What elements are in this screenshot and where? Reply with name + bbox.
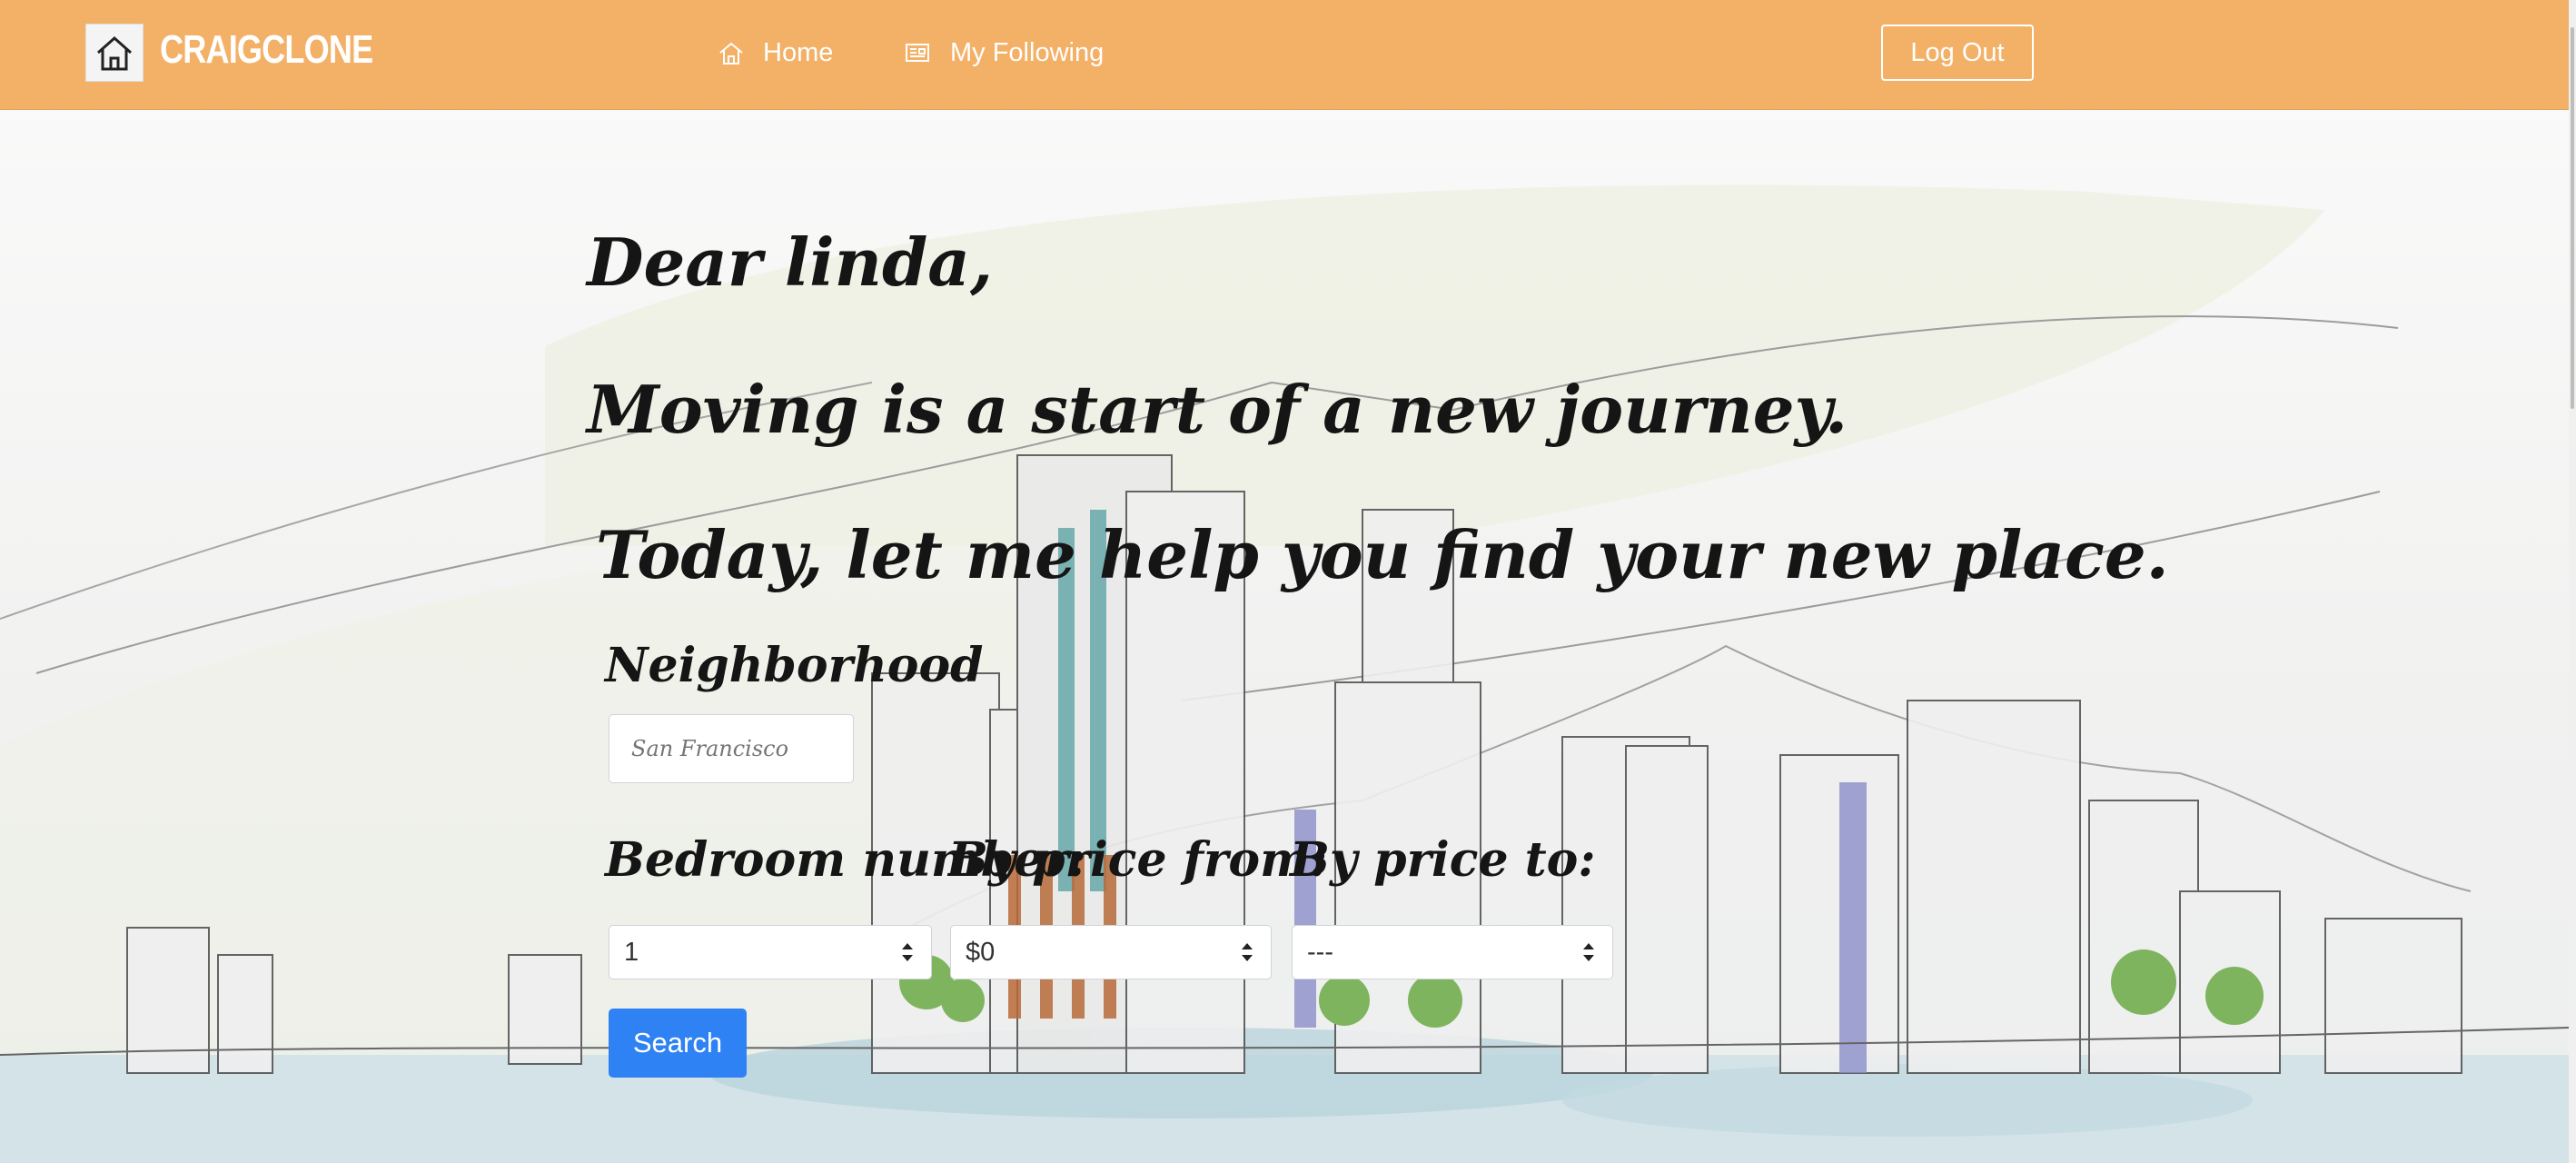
home-icon: [718, 40, 745, 65]
greeting-line-2: Moving is a start of a new journey.: [587, 371, 1848, 448]
brand-name[interactable]: CRAIGCLONE: [160, 25, 373, 75]
nav-following-link[interactable]: My Following: [905, 33, 1104, 73]
brand-logo[interactable]: [85, 24, 144, 82]
logout-button[interactable]: Log Out: [1881, 25, 2034, 81]
select-arrows-icon: [1242, 943, 1253, 961]
search-button[interactable]: Search: [609, 1009, 747, 1078]
bedroom-select[interactable]: 1: [609, 925, 932, 979]
page-scrollbar[interactable]: [2569, 0, 2576, 1163]
price-to-select-value: ---: [1307, 937, 1333, 967]
nav-following-label: My Following: [950, 37, 1105, 67]
nav-home-link[interactable]: Home: [718, 33, 833, 73]
select-arrows-icon: [902, 943, 913, 961]
price-from-label: By price from:: [948, 832, 1328, 888]
price-from-select[interactable]: $0: [950, 925, 1272, 979]
greeting-line-3: Today, let me help you find your new pla…: [596, 516, 2169, 593]
price-to-label: By price to:: [1290, 832, 1596, 888]
city-skyline-background: [0, 184, 2569, 1163]
top-navbar: CRAIGCLONE Home My Following Log Out: [0, 0, 2576, 110]
nav-home-label: Home: [763, 37, 834, 67]
neighborhood-label: Neighborhood: [605, 638, 984, 693]
greeting-line-1: Dear linda,: [587, 224, 994, 301]
newspaper-icon: [905, 41, 932, 65]
house-icon: [97, 35, 132, 71]
price-to-select[interactable]: ---: [1292, 925, 1613, 979]
bedroom-select-value: 1: [624, 937, 639, 967]
select-arrows-icon: [1583, 943, 1594, 961]
price-from-select-value: $0: [966, 937, 996, 967]
neighborhood-input[interactable]: [609, 714, 854, 783]
